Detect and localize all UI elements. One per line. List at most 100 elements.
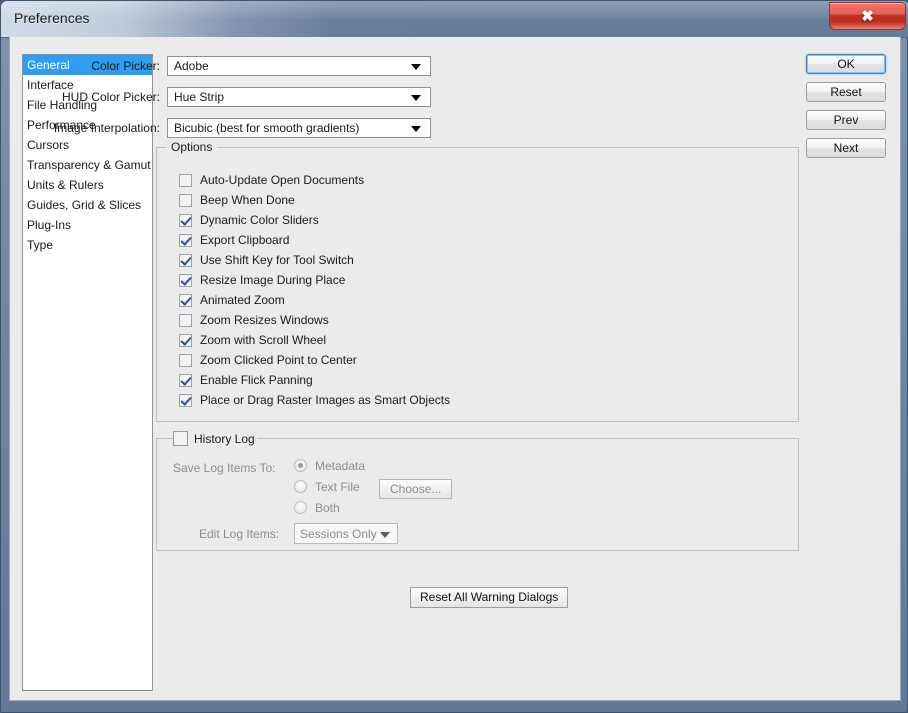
options-groupbox: Options Auto-Update Open Documents Beep W… [156,140,799,422]
option-checkbox-row[interactable]: Zoom Clicked Point to Center [179,350,450,370]
next-button[interactable]: Next [806,138,886,158]
chevron-down-icon [411,126,421,132]
sidebar-item-label: Type [27,238,54,252]
history-log-groupbox: History Log Save Log Items To: Metadata T… [156,431,799,551]
option-checkbox-row[interactable]: Enable Flick Panning [179,370,450,390]
option-checkbox-row[interactable]: Zoom with Scroll Wheel [179,330,450,350]
sidebar-item-label: Units & Rulers [27,178,104,192]
radio-icon[interactable] [294,501,307,514]
preferences-window: Preferences ✖ General Interface File Handl… [0,0,908,713]
hud-color-picker-label: HUD Color Picker: [61,90,160,104]
options-checkbox-list: Auto-Update Open Documents Beep When Done… [179,170,450,410]
checkbox-icon[interactable] [179,233,192,247]
hud-color-picker-select[interactable]: Hue Strip [167,87,431,107]
option-checkbox-row[interactable]: Beep When Done [179,190,450,210]
save-log-target-radio-group: Metadata Text File Both [294,455,365,518]
dialog-client-area: General Interface File Handling Performance… [9,37,901,701]
sidebar-item-plug-ins[interactable]: Plug-Ins [23,215,152,235]
history-log-title: History Log [194,431,255,446]
option-label: Zoom Resizes Windows [200,313,329,327]
sidebar-item-transparency-gamut[interactable]: Transparency & Gamut [23,155,152,175]
option-label: Dynamic Color Sliders [200,213,319,227]
edit-log-items-label: Edit Log Items: [199,527,280,541]
sidebar-item-label: Plug-Ins [27,218,72,232]
prev-button[interactable]: Prev [806,110,886,130]
image-interpolation-label: Image Interpolation: [53,121,160,135]
option-label: Animated Zoom [200,293,285,307]
checkbox-icon[interactable] [179,373,192,387]
edit-log-items-value: Sessions Only [300,526,377,541]
radio-row[interactable]: Both [294,497,365,518]
option-label: Resize Image During Place [200,273,346,287]
image-interpolation-row: Image Interpolation: Bicubic (best for s… [32,117,431,139]
radio-row[interactable]: Metadata [294,455,365,476]
color-picker-value: Adobe [174,59,209,73]
radio-icon[interactable] [294,480,307,493]
hud-color-picker-value: Hue Strip [174,90,225,104]
option-checkbox-row[interactable]: Resize Image During Place [179,270,450,290]
titlebar-glass-highlight [1,1,908,18]
chevron-down-icon [380,531,390,538]
checkbox-icon[interactable] [179,353,192,367]
option-checkbox-row[interactable]: Export Clipboard [179,230,450,250]
sidebar-item-units-rulers[interactable]: Units & Rulers [23,175,152,195]
checkbox-icon[interactable] [179,313,192,327]
reset-button[interactable]: Reset [806,82,886,102]
options-group-title: Options [166,140,218,154]
option-checkbox-row[interactable]: Use Shift Key for Tool Switch [179,250,450,270]
radio-row[interactable]: Text File [294,476,365,497]
radio-label: Both [315,500,340,515]
radio-icon[interactable] [294,459,307,472]
option-checkbox-row[interactable]: Animated Zoom [179,290,450,310]
window-title: Preferences [14,10,90,26]
option-label: Place or Drag Raster Images as Smart Obj… [200,393,451,407]
checkbox-icon[interactable] [179,193,192,207]
option-label: Export Clipboard [200,233,290,247]
option-checkbox-row[interactable]: Auto-Update Open Documents [179,170,450,190]
image-interpolation-value: Bicubic (best for smooth gradients) [174,121,360,135]
save-log-items-label: Save Log Items To: [173,461,276,475]
option-label: Auto-Update Open Documents [200,173,365,187]
edit-log-items-label-wrap: Edit Log Items: [199,527,279,541]
checkbox-icon[interactable] [179,333,192,347]
radio-label: Text File [315,479,360,494]
history-log-group-header: History Log [173,431,257,447]
sidebar-item-label: Transparency & Gamut [27,158,151,172]
option-label: Beep When Done [200,193,295,207]
option-label: Zoom Clicked Point to Center [200,353,357,367]
checkbox-icon[interactable] [179,293,192,307]
radio-label: Metadata [315,458,366,473]
checkbox-icon[interactable] [179,213,192,227]
option-checkbox-row[interactable]: Dynamic Color Sliders [179,210,450,230]
edit-log-items-select[interactable]: Sessions Only [294,523,398,544]
title-bar: Preferences ✖ [1,1,908,38]
option-checkbox-row[interactable]: Place or Drag Raster Images as Smart Obj… [179,390,450,410]
sidebar-item-guides-grid-slices[interactable]: Guides, Grid & Slices [23,195,152,215]
choose-button[interactable]: Choose... [379,479,453,499]
close-icon: ✖ [861,8,874,25]
option-checkbox-row[interactable]: Zoom Resizes Windows [179,310,450,330]
checkbox-icon[interactable] [179,273,192,287]
color-picker-select[interactable]: Adobe [167,56,431,76]
category-list[interactable]: General Interface File Handling Performance… [22,54,153,691]
save-log-items-label-wrap: Save Log Items To: [173,461,276,475]
chevron-down-icon [411,95,421,101]
history-log-checkbox[interactable] [173,431,188,447]
chevron-down-icon [411,64,421,70]
ok-button[interactable]: OK [806,54,886,74]
close-button[interactable]: ✖ [829,2,906,30]
checkbox-icon[interactable] [179,393,192,407]
sidebar-item-label: Guides, Grid & Slices [27,198,142,212]
checkbox-icon[interactable] [179,173,192,187]
sidebar-item-type[interactable]: Type [23,235,152,255]
option-label: Enable Flick Panning [200,373,313,387]
image-interpolation-select[interactable]: Bicubic (best for smooth gradients) [167,118,431,138]
color-picker-label: Color Picker: [91,59,160,73]
checkbox-icon[interactable] [179,253,192,267]
option-label: Zoom with Scroll Wheel [200,333,327,347]
color-picker-row: Color Picker: Adobe [32,55,431,77]
action-button-group: OK Reset Prev Next [806,54,886,166]
hud-color-picker-row: HUD Color Picker: Hue Strip [32,86,431,108]
sidebar-item-label: Cursors [27,138,70,152]
reset-all-warning-dialogs-button[interactable]: Reset All Warning Dialogs [410,587,569,608]
